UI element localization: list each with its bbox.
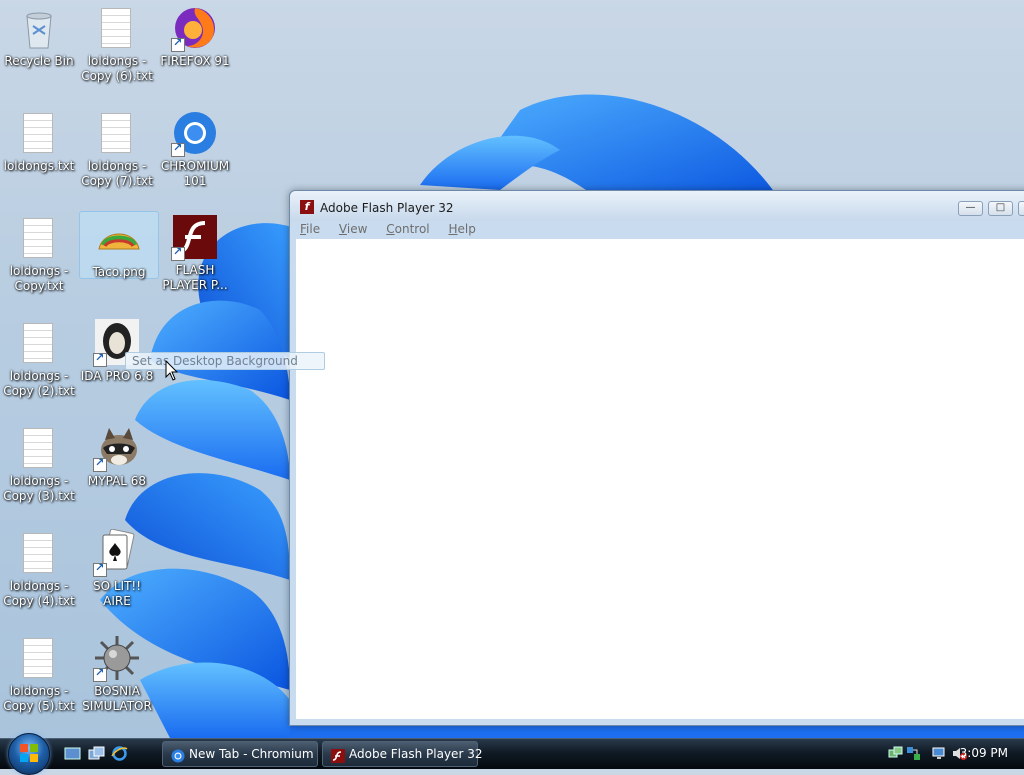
desktop-icon-label: loldongs - Copy (7).txt	[81, 159, 153, 188]
taskbar-button-label: Adobe Flash Player 32	[349, 747, 483, 761]
taskbar-button-flash-player[interactable]: Adobe Flash Player 32	[322, 741, 482, 767]
text-file-icon	[93, 4, 141, 52]
switch-windows-icon[interactable]	[88, 746, 105, 761]
spiked-mine-icon	[93, 634, 141, 682]
clock[interactable]: 3:09 PM	[960, 746, 1008, 760]
recycle-bin-icon	[15, 4, 63, 52]
windows-logo-icon	[19, 743, 39, 763]
menu-view[interactable]: View	[335, 221, 371, 237]
playing-cards-icon	[93, 528, 141, 577]
desktop-icon-label: FLASH PLAYER P...	[162, 263, 228, 292]
flash-player-icon	[331, 747, 345, 763]
system-tray: 3:09 PM	[868, 739, 1024, 769]
desktop-icon-label: BOSNIA SIMULATOR	[82, 684, 152, 713]
desktop-icon-loldongs[interactable]: loldongs.txt	[0, 109, 78, 174]
close-button[interactable]: ✕	[1018, 201, 1024, 216]
text-file-icon	[15, 634, 63, 682]
network-icon[interactable]	[888, 746, 903, 761]
taco-image-icon	[95, 215, 143, 263]
desktop-icon-recycle-bin[interactable]: Recycle Bin	[0, 4, 78, 69]
chromium-icon	[171, 747, 185, 763]
desktop-icon-solitaire[interactable]: SO LIT!! AIRE	[78, 528, 156, 609]
text-file-icon	[93, 109, 141, 157]
desktop-icon-label: Taco.png	[92, 265, 146, 279]
desktop-icon-loldongs-copy[interactable]: loldongs - Copy.txt	[0, 214, 78, 294]
taskbar-button-label: New Tab - Chromium	[189, 747, 314, 761]
desktop-icon-flash-player[interactable]: FLASH PLAYER P...	[156, 211, 234, 293]
drag-tooltip: Set as Desktop Background	[125, 352, 325, 370]
desktop-icon-chromium[interactable]: CHROMIUM 101	[156, 109, 234, 189]
desktop-icon-label: MYPAL 68	[87, 474, 147, 488]
minimize-button[interactable]: —	[958, 201, 983, 216]
text-file-icon	[15, 214, 63, 262]
connection-icon[interactable]	[906, 746, 921, 761]
desktop-icon-loldongs-copy-3[interactable]: loldongs - Copy (3).txt	[0, 424, 78, 504]
mouse-cursor-icon	[165, 360, 179, 381]
desktop-icon-label: CHROMIUM 101	[160, 159, 230, 188]
desktop-icon-loldongs-copy-2[interactable]: loldongs - Copy (2).txt	[0, 319, 78, 399]
menu-bar: File View Control Help	[296, 221, 1024, 239]
desktop-icon-label: SO LIT!! AIRE	[92, 579, 142, 608]
show-desktop-icon[interactable]	[64, 746, 81, 761]
desktop-icon-label: IDA PRO 6.8	[80, 369, 154, 383]
firefox-icon	[171, 4, 219, 52]
desktop-icon-label: loldongs - Copy.txt	[9, 264, 69, 293]
menu-file[interactable]: File	[296, 221, 324, 237]
desktop-icon-bosnia-simulator[interactable]: BOSNIA SIMULATOR	[78, 634, 156, 714]
window-titlebar[interactable]: f Adobe Flash Player 32 — □ ✕	[290, 191, 1024, 221]
window-title: Adobe Flash Player 32	[320, 201, 454, 215]
text-file-icon	[15, 529, 63, 577]
taskbar-button-chromium[interactable]: New Tab - Chromium	[162, 741, 318, 767]
desktop-icon-taco-png[interactable]: Taco.png	[79, 211, 159, 279]
display-icon[interactable]	[932, 746, 947, 761]
flash-player-window[interactable]: f Adobe Flash Player 32 — □ ✕ File View …	[289, 190, 1024, 726]
desktop-icon-label: loldongs.txt	[3, 159, 75, 173]
flash-player-icon	[171, 213, 219, 261]
desktop-icon-label: loldongs - Copy (3).txt	[3, 474, 75, 503]
desktop-icon-loldongs-copy-6[interactable]: loldongs - Copy (6).txt	[78, 4, 156, 84]
start-button[interactable]	[8, 733, 50, 775]
desktop-icon-mypal[interactable]: MYPAL 68	[78, 424, 156, 489]
maximize-button[interactable]: □	[988, 201, 1013, 216]
taskbar: New Tab - Chromium Adobe Flash Player 32…	[0, 733, 1024, 775]
desktop-icon-label: Recycle Bin	[4, 54, 74, 68]
desktop-icon-label: loldongs - Copy (4).txt	[3, 579, 75, 608]
desktop-icon-loldongs-copy-7[interactable]: loldongs - Copy (7).txt	[78, 109, 156, 189]
chromium-icon	[171, 109, 219, 157]
desktop-icon-label: loldongs - Copy (5).txt	[3, 684, 75, 713]
mypal-raccoon-icon	[93, 424, 141, 472]
flash-content-area[interactable]	[296, 239, 1024, 719]
desktop-icon-loldongs-copy-4[interactable]: loldongs - Copy (4).txt	[0, 529, 78, 609]
desktop-icon-loldongs-copy-5[interactable]: loldongs - Copy (5).txt	[0, 634, 78, 714]
text-file-icon	[15, 109, 63, 157]
desktop-icon-label: loldongs - Copy (2).txt	[3, 369, 75, 398]
desktop-icon-label: FIREFOX 91	[160, 54, 230, 68]
text-file-icon	[15, 319, 63, 367]
menu-help[interactable]: Help	[444, 221, 479, 237]
internet-explorer-icon[interactable]	[111, 746, 128, 761]
text-file-icon	[15, 424, 63, 472]
desktop-icon-firefox[interactable]: FIREFOX 91	[156, 4, 234, 69]
flash-app-icon: f	[300, 200, 314, 214]
desktop-icon-label: loldongs - Copy (6).txt	[81, 54, 153, 83]
menu-control[interactable]: Control	[382, 221, 433, 237]
